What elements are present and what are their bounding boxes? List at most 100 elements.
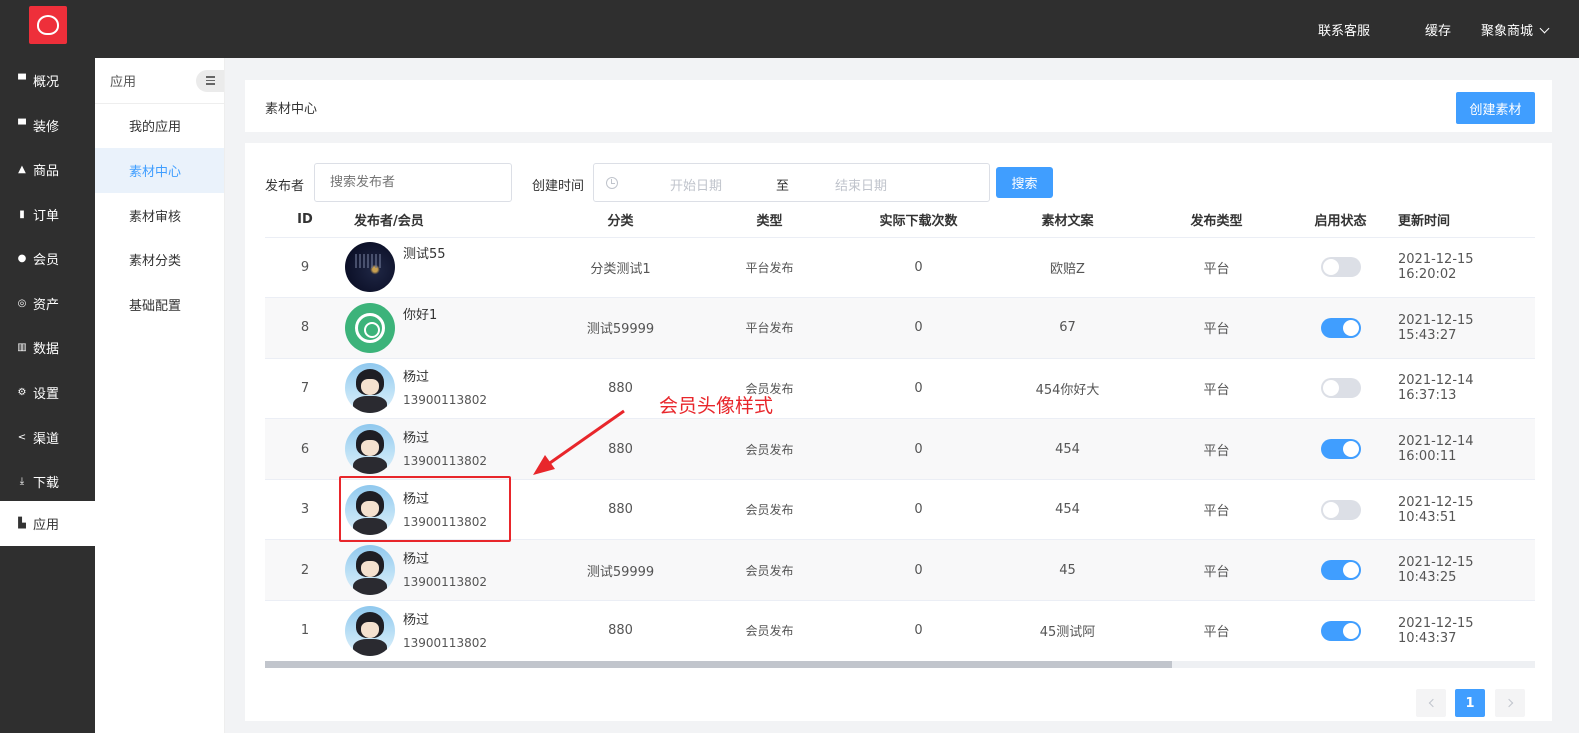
nav-item-members[interactable]: ● 会员	[0, 236, 95, 281]
cell-updated: 2021-12-14 16:00:11	[1390, 418, 1535, 480]
publisher-phone: 13900113802	[403, 635, 487, 650]
status-toggle[interactable]	[1320, 499, 1361, 520]
prev-page-button[interactable]	[1416, 689, 1446, 717]
cell-status	[1291, 418, 1390, 480]
status-toggle[interactable]	[1320, 317, 1361, 338]
column-header-downloads[interactable]: 实际下载次数	[844, 203, 993, 238]
publisher-name: 你好1	[403, 307, 438, 323]
cell-type: 会员发布	[695, 479, 844, 541]
nav-item-label: 装修	[33, 120, 60, 135]
sub-item-my-apps[interactable]: 我的应用	[95, 103, 224, 148]
mall-menu[interactable]: 聚象商城	[1481, 20, 1550, 39]
cell-copy: 454	[993, 418, 1142, 480]
nav-item-label: 渠道	[33, 432, 60, 447]
contact-support-link[interactable]: 联系客服	[1318, 20, 1370, 39]
cell-publish-type: 平台	[1142, 358, 1291, 420]
vertical-scrollbar[interactable]	[1568, 58, 1579, 733]
scrollbar-thumb[interactable]	[265, 661, 1172, 668]
search-button[interactable]: 搜索	[996, 167, 1053, 198]
column-header-category[interactable]: 分类	[546, 203, 695, 238]
cell-downloads: 0	[844, 358, 993, 420]
cell-copy: 67	[993, 297, 1142, 359]
horizontal-scrollbar[interactable]	[265, 661, 1535, 668]
publisher-name: 测试55	[403, 247, 446, 263]
next-page-button[interactable]	[1495, 689, 1525, 717]
avatar	[345, 545, 395, 596]
avatar	[345, 363, 395, 414]
cell-category: 测试59999	[546, 297, 695, 359]
nav-item-channels[interactable]: < 渠道	[0, 415, 95, 460]
start-date-input[interactable]: 开始日期	[670, 175, 722, 194]
table-row: 2 杨过 13900113802 测试59999 会员发布 0 45 平台 2021-12-15…	[265, 539, 1535, 602]
end-date-input[interactable]: 结束日期	[835, 175, 887, 194]
app-logo[interactable]	[29, 6, 67, 44]
cell-publish-type: 平台	[1142, 237, 1291, 299]
column-header-publisher[interactable]: 发布者/会员	[345, 203, 546, 238]
sub-item-material-category[interactable]: 素材分类	[95, 237, 224, 282]
avatar	[345, 484, 395, 535]
publisher-search-input[interactable]	[314, 163, 512, 202]
annotation-arrow-icon	[533, 409, 625, 475]
status-toggle[interactable]	[1320, 378, 1361, 399]
nav-item-overview[interactable]: ▀ 概况	[0, 58, 95, 103]
cell-updated: 2021-12-14 16:37:13	[1390, 358, 1535, 420]
sub-item-material-center[interactable]: 素材中心	[95, 148, 224, 193]
date-range-picker[interactable]: 开始日期 至 结束日期	[593, 163, 990, 202]
cell-status	[1291, 358, 1390, 420]
cell-updated: 2021-12-15 15:43:27	[1390, 297, 1535, 359]
nav-item-label: 概况	[33, 75, 60, 90]
create-material-button[interactable]: 创建素材	[1456, 92, 1535, 124]
column-header-publish-type[interactable]: 发布类型	[1142, 203, 1291, 238]
cell-copy: 45	[993, 539, 1142, 602]
database-icon: ◎	[17, 297, 27, 309]
column-header-id[interactable]: ID	[265, 203, 345, 238]
publisher-name: 杨过	[403, 431, 430, 447]
cell-updated: 2021-12-15 10:43:25	[1390, 539, 1535, 602]
clock-icon	[606, 177, 618, 189]
column-header-status[interactable]: 启用状态	[1291, 203, 1390, 238]
table-row: 8 你好1 测试59999 平台发布 0 67 平台 2021-12-15 15:43:27	[265, 297, 1535, 359]
cell-type: 会员发布	[695, 600, 844, 662]
nav-item-data[interactable]: ▥ 数据	[0, 325, 95, 370]
publisher-phone: 13900113802	[403, 575, 487, 590]
cell-id: 6	[265, 418, 345, 480]
cell-publish-type: 平台	[1142, 539, 1291, 602]
nav-item-download[interactable]: ⤓ 下载	[0, 459, 95, 504]
bag-icon: ▲	[18, 163, 26, 175]
status-toggle[interactable]	[1320, 620, 1361, 641]
cell-downloads: 0	[844, 479, 993, 541]
status-toggle[interactable]	[1320, 439, 1361, 460]
cache-link[interactable]: 缓存	[1425, 20, 1451, 39]
cell-status	[1291, 539, 1390, 602]
cell-publisher: 杨过 13900113802	[345, 418, 546, 480]
collapse-menu-icon[interactable]	[196, 69, 224, 92]
cell-type: 会员发布	[695, 539, 844, 602]
cell-downloads: 0	[844, 297, 993, 359]
status-toggle[interactable]	[1320, 560, 1361, 581]
nav-item-apps[interactable]: ▙ 应用	[0, 501, 95, 546]
column-header-updated[interactable]: 更新时间	[1390, 203, 1535, 238]
sub-item-material-review[interactable]: 素材审核	[95, 193, 224, 238]
page-number-current[interactable]: 1	[1455, 689, 1485, 717]
cell-downloads: 0	[844, 237, 993, 299]
avatar	[345, 605, 395, 656]
cell-publish-type: 平台	[1142, 418, 1291, 480]
column-header-type[interactable]: 类型	[695, 203, 844, 238]
chevron-down-icon	[1539, 23, 1550, 33]
cell-copy: 454	[993, 479, 1142, 541]
cell-type: 平台发布	[695, 237, 844, 299]
nav-item-orders[interactable]: ▮ 订单	[0, 192, 95, 237]
publisher-phone: 13900113802	[403, 514, 487, 529]
nav-item-label: 会员	[33, 253, 60, 268]
logo-mark-icon	[37, 15, 59, 35]
cell-category: 880	[546, 479, 695, 541]
sub-item-basic-config[interactable]: 基础配置	[95, 282, 224, 327]
nav-item-decoration[interactable]: ▀ 装修	[0, 103, 95, 148]
nav-item-assets[interactable]: ◎ 资产	[0, 281, 95, 326]
column-header-copy[interactable]: 素材文案	[993, 203, 1142, 238]
materials-table: ID 发布者/会员 分类 类型 实际下载次数 素材文案 发布类型 启用状态 更新…	[265, 203, 1535, 662]
status-toggle[interactable]	[1320, 257, 1361, 278]
nav-item-products[interactable]: ▲ 商品	[0, 147, 95, 192]
nav-item-settings[interactable]: ⚙ 设置	[0, 370, 95, 415]
cell-id: 8	[265, 297, 345, 359]
